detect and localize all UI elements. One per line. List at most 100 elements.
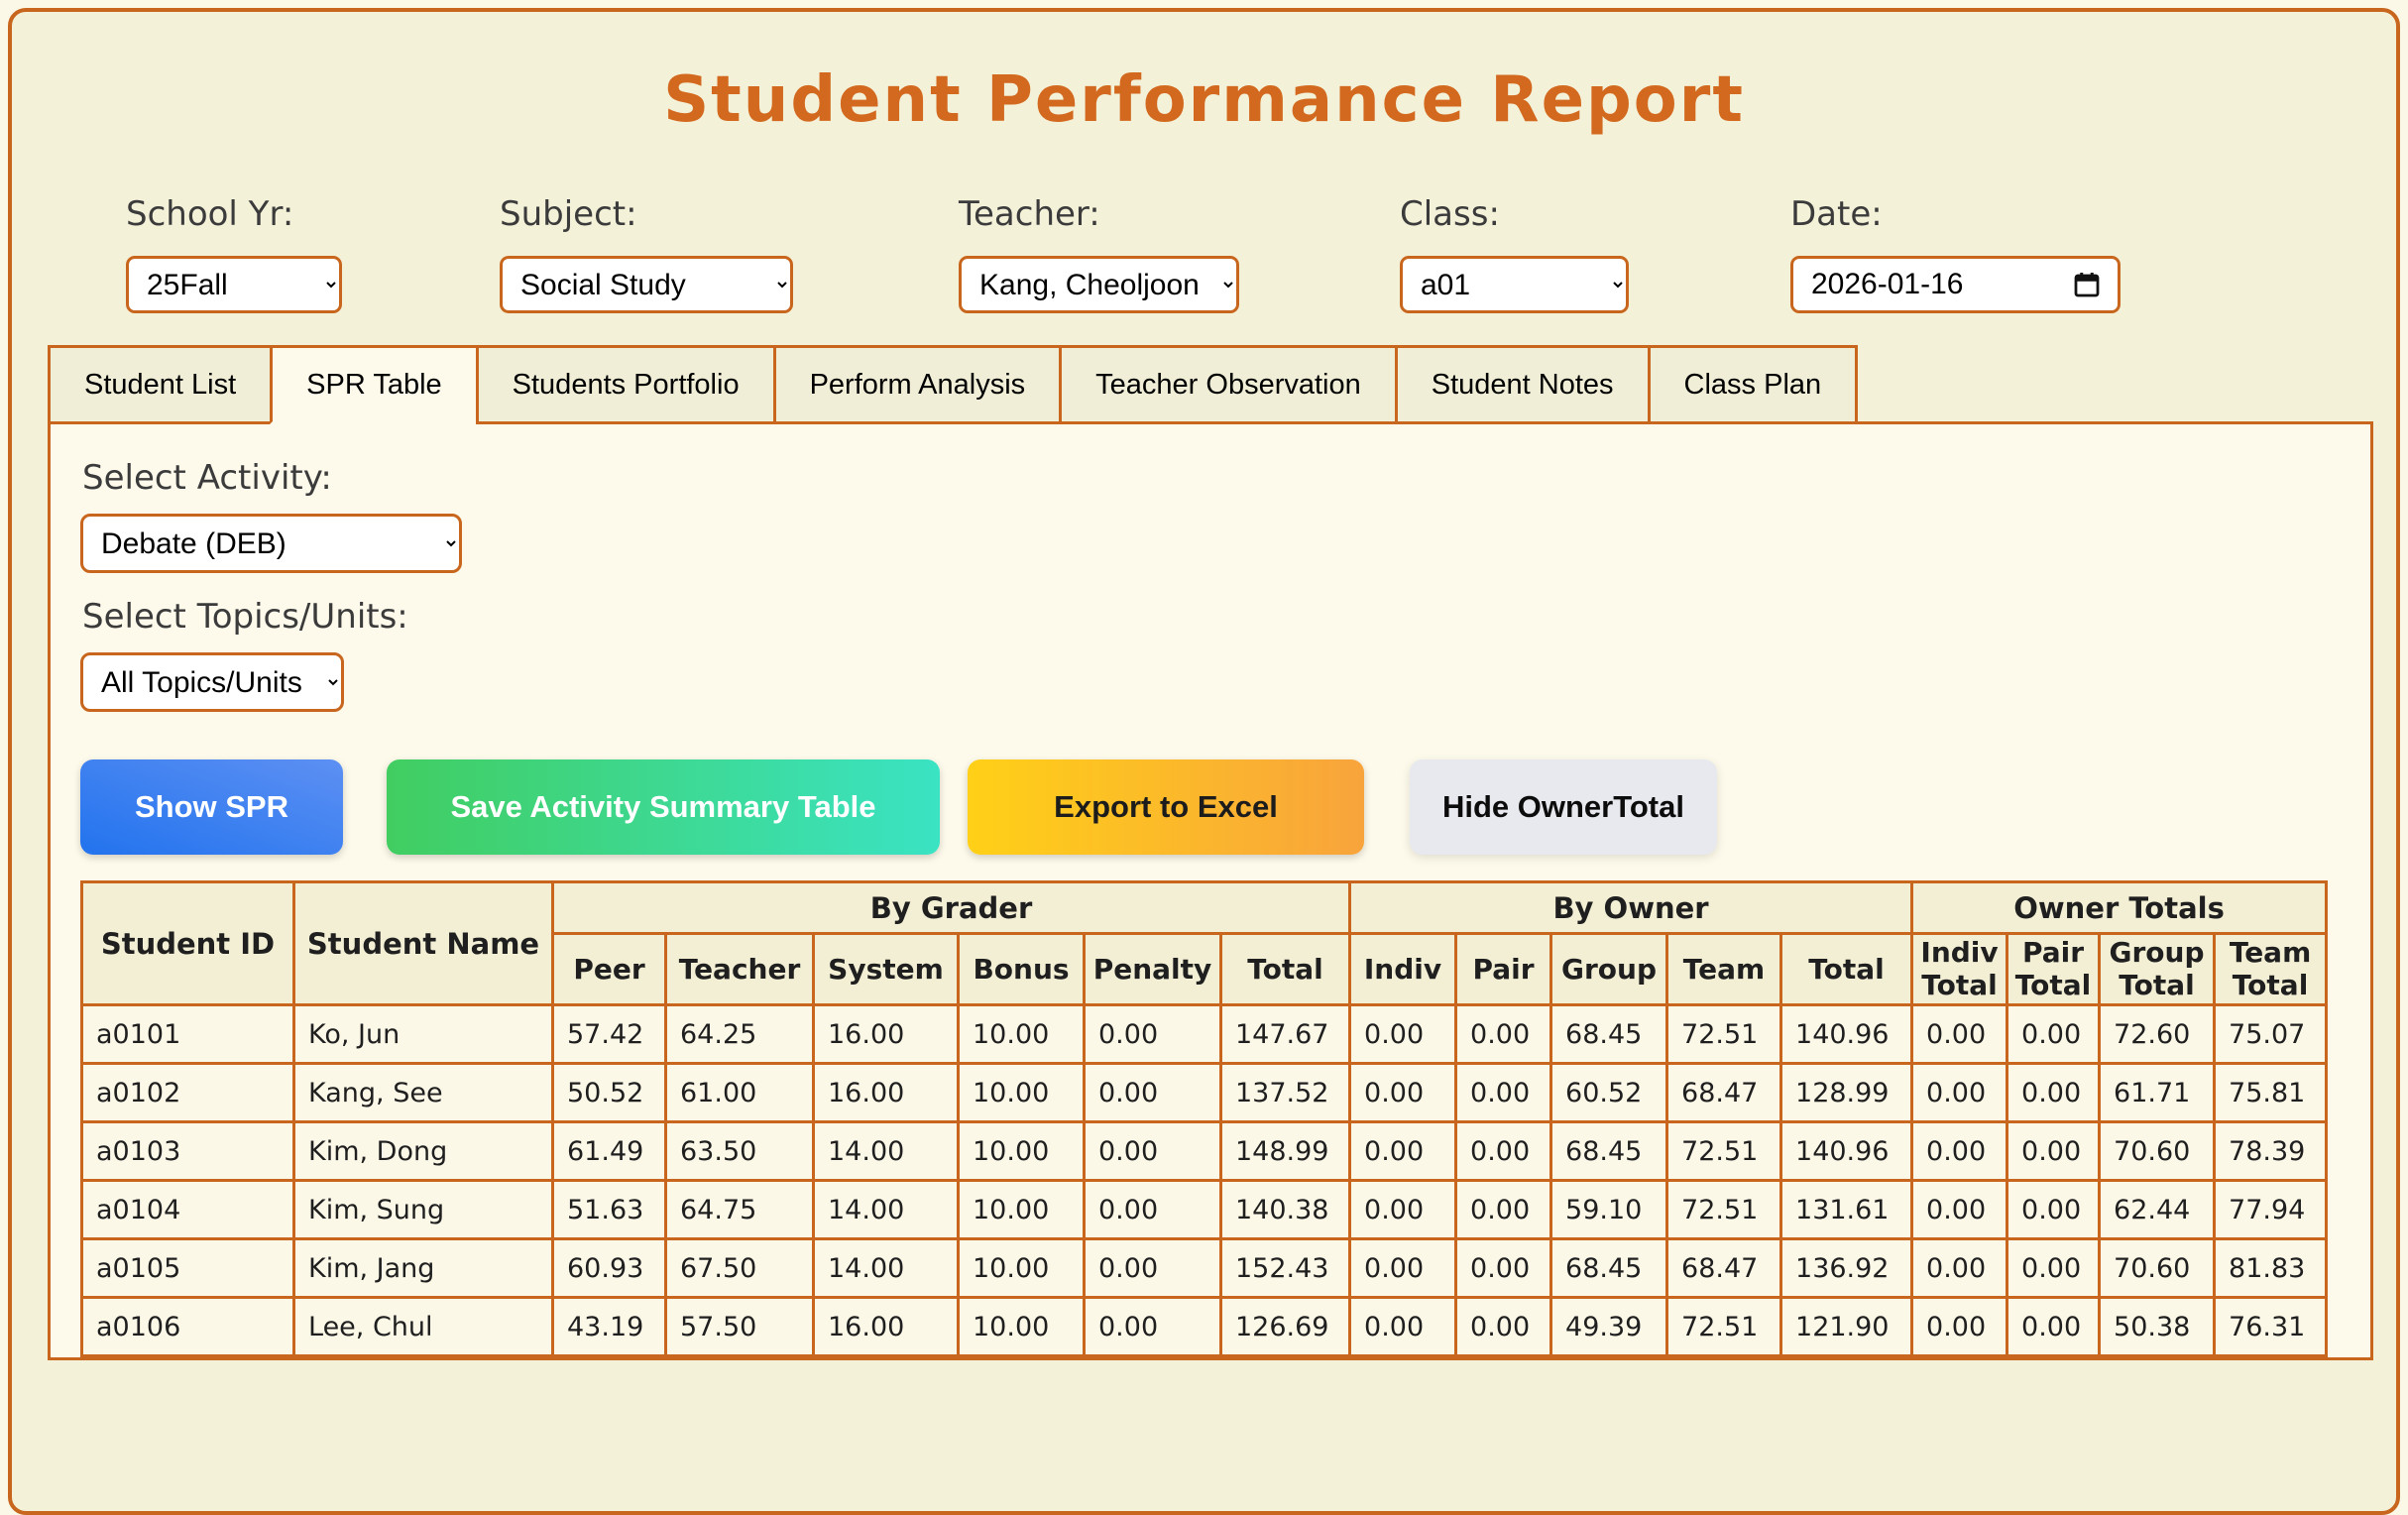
cell-pair: 0.00	[1454, 1062, 1553, 1123]
header-group-owner-totals: Owner Totals	[1910, 880, 2329, 935]
cell-peer: 61.49	[551, 1120, 667, 1182]
cell-penalty: 0.00	[1083, 1003, 1222, 1065]
header-indiv: Indiv	[1348, 932, 1458, 1006]
cell-student-name: Ko, Jun	[292, 1003, 554, 1065]
table-row: a0101 Ko, Jun 57.42 64.25 16.00 10.00 0.00 147.…	[80, 1003, 2329, 1065]
select-topics-label: Select Topics/Units:	[82, 597, 408, 637]
cell-team-total: 77.94	[2213, 1179, 2329, 1240]
cell-student-name: Kim, Jang	[292, 1237, 554, 1299]
spr-table: Student ID Student Name By Grader By Own…	[80, 880, 2329, 1357]
cell-pair: 0.00	[1454, 1179, 1553, 1240]
cell-system: 16.00	[812, 1003, 960, 1065]
tab-student-list[interactable]: Student List	[48, 345, 274, 424]
cell-group: 68.45	[1549, 1120, 1669, 1182]
school-yr-select[interactable]: 25Fall	[126, 256, 342, 313]
cell-bonus: 10.00	[957, 1296, 1086, 1357]
export-excel-button[interactable]: Export to Excel	[968, 759, 1364, 855]
header-group: Group	[1549, 932, 1669, 1006]
cell-teacher: 61.00	[664, 1062, 815, 1123]
cell-team-total: 81.83	[2213, 1237, 2329, 1299]
filter-school-yr: School Yr: 25Fall	[126, 194, 342, 313]
save-summary-button[interactable]: Save Activity Summary Table	[387, 759, 940, 855]
app-frame: Student Performance Report School Yr: 25…	[8, 8, 2400, 1515]
cell-student-id: a0103	[80, 1120, 295, 1182]
cell-team: 72.51	[1665, 1003, 1783, 1065]
cell-pair: 0.00	[1454, 1003, 1553, 1065]
table-row: a0106 Lee, Chul 43.19 57.50 16.00 10.00 0.00 12…	[80, 1296, 2329, 1357]
cell-indiv-total: 0.00	[1910, 1120, 2009, 1182]
cell-student-id: a0102	[80, 1062, 295, 1123]
teacher-select[interactable]: Kang, Cheoljoon	[959, 256, 1239, 313]
cell-bonus: 10.00	[957, 1237, 1086, 1299]
cell-group: 59.10	[1549, 1179, 1669, 1240]
tab-perform-analysis[interactable]: Perform Analysis	[772, 345, 1063, 424]
cell-team: 72.51	[1665, 1296, 1783, 1357]
page-title: Student Performance Report	[663, 63, 1745, 137]
cell-group-total: 50.38	[2098, 1296, 2217, 1357]
header-group-by-owner: By Owner	[1348, 880, 1914, 935]
cell-bonus: 10.00	[957, 1003, 1086, 1065]
filter-subject: Subject: Social Study	[500, 194, 793, 313]
header-pair: Pair	[1454, 932, 1553, 1006]
date-value: 2026-01-16	[1811, 268, 1964, 300]
table-row: a0103 Kim, Dong 61.49 63.50 14.00 10.00 0.00 14…	[80, 1120, 2329, 1182]
cell-group: 49.39	[1549, 1296, 1669, 1357]
cell-penalty: 0.00	[1083, 1062, 1222, 1123]
cell-student-id: a0104	[80, 1179, 295, 1240]
cell-team-total: 78.39	[2213, 1120, 2329, 1182]
cell-team: 68.47	[1665, 1237, 1783, 1299]
date-label: Date:	[1790, 194, 1883, 234]
cell-system: 16.00	[812, 1296, 960, 1357]
cell-grader-total: 147.67	[1218, 1003, 1352, 1065]
filter-teacher: Teacher: Kang, Cheoljoon	[959, 194, 1239, 313]
class-select[interactable]: a01	[1400, 256, 1629, 313]
cell-indiv: 0.00	[1348, 1179, 1458, 1240]
tab-spr-table[interactable]: SPR Table	[270, 345, 479, 424]
cell-team-total: 75.07	[2213, 1003, 2329, 1065]
subject-select[interactable]: Social Study	[500, 256, 793, 313]
cell-bonus: 10.00	[957, 1179, 1086, 1240]
tab-teacher-observation[interactable]: Teacher Observation	[1059, 345, 1398, 424]
cell-owner-total: 140.96	[1779, 1003, 1914, 1065]
cell-group-total: 62.44	[2098, 1179, 2217, 1240]
table-row: a0102 Kang, See 50.52 61.00 16.00 10.00 0.00 13…	[80, 1062, 2329, 1123]
filter-row: School Yr: 25Fall Subject: Social Study …	[12, 194, 2396, 345]
cell-pair-total: 0.00	[2006, 1237, 2102, 1299]
header-group-total: Group Total	[2098, 932, 2217, 1006]
hide-owner-total-button[interactable]: Hide OwnerTotal	[1410, 759, 1717, 855]
cell-system: 14.00	[812, 1179, 960, 1240]
show-spr-button[interactable]: Show SPR	[80, 759, 343, 855]
cell-team: 72.51	[1665, 1120, 1783, 1182]
tab-student-notes[interactable]: Student Notes	[1394, 345, 1651, 424]
cell-pair-total: 0.00	[2006, 1062, 2102, 1123]
cell-indiv-total: 0.00	[1910, 1003, 2009, 1065]
table-row: a0104 Kim, Sung 51.63 64.75 14.00 10.00 0.00 14…	[80, 1179, 2329, 1240]
header-penalty: Penalty	[1083, 932, 1222, 1006]
cell-indiv-total: 0.00	[1910, 1062, 2009, 1123]
header-peer: Peer	[551, 932, 667, 1006]
cell-teacher: 57.50	[664, 1296, 815, 1357]
cell-peer: 51.63	[551, 1179, 667, 1240]
header-owner-total: Total	[1779, 932, 1914, 1006]
cell-peer: 43.19	[551, 1296, 667, 1357]
cell-group: 68.45	[1549, 1003, 1669, 1065]
cell-pair-total: 0.00	[2006, 1003, 2102, 1065]
cell-student-name: Lee, Chul	[292, 1296, 554, 1357]
header-student-name: Student Name	[292, 880, 554, 1006]
cell-group-total: 70.60	[2098, 1120, 2217, 1182]
header-team: Team	[1665, 932, 1783, 1006]
cell-teacher: 64.75	[664, 1179, 815, 1240]
topics-select[interactable]: All Topics/Units	[80, 652, 344, 712]
cell-team-total: 75.81	[2213, 1062, 2329, 1123]
calendar-icon	[2074, 273, 2100, 297]
cell-owner-total: 131.61	[1779, 1179, 1914, 1240]
cell-student-id: a0106	[80, 1296, 295, 1357]
date-input[interactable]: 2026-01-16	[1790, 256, 2121, 313]
activity-select[interactable]: Debate (DEB)	[80, 514, 462, 573]
spr-table-panel: Select Activity: Debate (DEB) Select Top…	[48, 421, 2373, 1360]
header-indiv-total: Indiv Total	[1910, 932, 2009, 1006]
cell-owner-total: 128.99	[1779, 1062, 1914, 1123]
tab-class-plan[interactable]: Class Plan	[1647, 345, 1859, 424]
tab-students-portfolio[interactable]: Students Portfolio	[475, 345, 776, 424]
cell-team: 68.47	[1665, 1062, 1783, 1123]
